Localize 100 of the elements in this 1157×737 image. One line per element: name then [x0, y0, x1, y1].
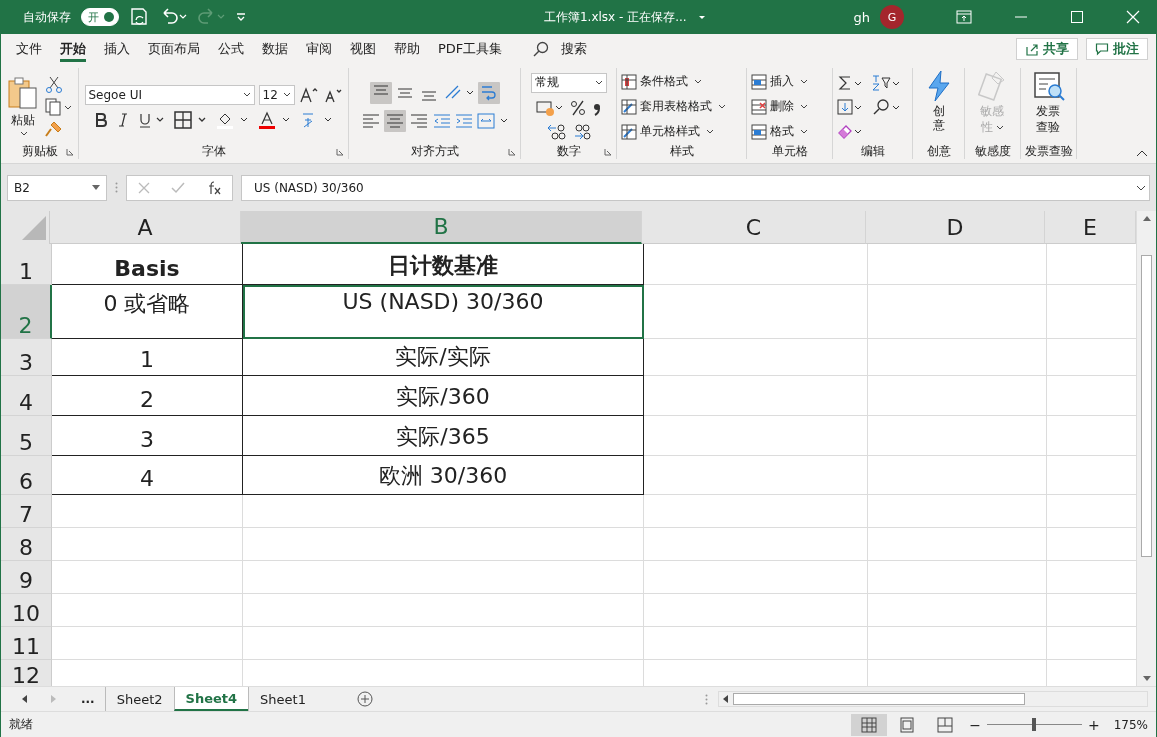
- percent-icon[interactable]: [569, 98, 586, 117]
- launcher-icon[interactable]: [508, 148, 516, 156]
- scroll-up-icon[interactable]: [1142, 215, 1151, 221]
- scroll-thumb[interactable]: [733, 693, 1025, 705]
- caret-icon[interactable]: [800, 103, 808, 110]
- style-menu-button[interactable]: 条件格式: [621, 72, 702, 91]
- format-painter-icon[interactable]: [44, 119, 63, 138]
- borders-icon[interactable]: [173, 110, 208, 129]
- group-label: 编辑: [860, 142, 885, 160]
- sort-filter-icon[interactable]: [871, 73, 901, 92]
- comments-button[interactable]: 批注: [1086, 38, 1148, 60]
- row-header[interactable]: 11: [1, 627, 52, 660]
- ribbon-tab[interactable]: 公式: [209, 34, 253, 64]
- ribbon-tab[interactable]: 文件: [7, 34, 51, 64]
- caret-icon[interactable]: [20, 131, 28, 137]
- search-icon[interactable]: [533, 41, 550, 57]
- underline-icon[interactable]: [137, 111, 166, 128]
- ribbon-tab[interactable]: 视图: [341, 34, 385, 64]
- row-header[interactable]: 10: [1, 594, 52, 627]
- search-field[interactable]: 搜索: [561, 40, 588, 58]
- font-size-field[interactable]: 12: [258, 84, 295, 105]
- ribbon-tab[interactable]: 数据: [253, 34, 297, 64]
- style-menu-button[interactable]: 单元格样式: [621, 122, 714, 141]
- caret-icon[interactable]: [718, 103, 726, 110]
- expand-icon[interactable]: [1136, 183, 1146, 192]
- grip-icon[interactable]: [705, 693, 708, 705]
- row-header[interactable]: 4: [1, 376, 52, 416]
- collapse-ribbon-icon[interactable]: [1136, 149, 1148, 157]
- previous-sheet-icon[interactable]: [21, 694, 29, 704]
- row-header[interactable]: 7: [1, 495, 52, 528]
- row-header[interactable]: 12: [1, 660, 52, 686]
- grow-font-icon[interactable]: [298, 85, 319, 104]
- vertical-scrollbar[interactable]: [1136, 211, 1156, 686]
- cut-icon[interactable]: [44, 75, 63, 94]
- caret-icon[interactable]: [800, 78, 808, 85]
- autosave-toggle[interactable]: 开: [81, 8, 119, 26]
- row-header[interactable]: 9: [1, 561, 52, 594]
- caret-icon[interactable]: [242, 91, 251, 98]
- column-header[interactable]: D: [866, 211, 1045, 244]
- caret-icon[interactable]: [594, 79, 603, 86]
- share-button[interactable]: 共享: [1016, 38, 1078, 60]
- ribbon-tab[interactable]: 帮助: [385, 34, 429, 64]
- save-icon[interactable]: [129, 7, 149, 27]
- horizontal-scrollbar[interactable]: [718, 691, 1148, 707]
- horizontal-align-icon[interactable]: [383, 109, 406, 132]
- font-name-field[interactable]: Segoe UI: [84, 84, 255, 105]
- name-box[interactable]: B2: [7, 174, 107, 201]
- column-header[interactable]: C: [642, 211, 866, 244]
- invoice-check-button[interactable]: 发票查验: [1032, 70, 1065, 143]
- grip-icon[interactable]: [115, 182, 118, 193]
- add-sheet-icon[interactable]: [356, 691, 373, 707]
- style-menu-button[interactable]: 套用表格格式: [621, 97, 726, 116]
- row-header[interactable]: 3: [1, 339, 52, 376]
- increase-decimal-icon[interactable]: [545, 122, 566, 141]
- scroll-down-icon[interactable]: [1142, 676, 1151, 682]
- avatar[interactable]: G: [880, 5, 904, 29]
- zoom-out-button[interactable]: −: [969, 716, 981, 733]
- zoom-in-button[interactable]: +: [1087, 716, 1100, 733]
- caret-icon[interactable]: [694, 78, 702, 85]
- row-header[interactable]: 2: [1, 285, 52, 339]
- launcher-icon[interactable]: [336, 148, 344, 156]
- caret-icon[interactable]: [706, 128, 714, 135]
- customize-icon[interactable]: [235, 11, 247, 23]
- normal-view-icon[interactable]: [851, 713, 888, 736]
- ribbon-tab[interactable]: 插入: [95, 34, 139, 64]
- ribbon-display-icon[interactable]: [956, 10, 972, 24]
- ideas-button[interactable]: 创意: [925, 70, 952, 143]
- launcher-icon[interactable]: [604, 148, 612, 156]
- scroll-left-icon[interactable]: [723, 695, 729, 703]
- ribbon-tab[interactable]: 页面布局: [139, 34, 209, 64]
- caret-icon[interactable]: [800, 128, 808, 135]
- copy-icon[interactable]: [44, 97, 73, 116]
- launcher-icon[interactable]: [66, 148, 74, 156]
- find-icon[interactable]: [871, 97, 901, 116]
- row-header[interactable]: 8: [1, 528, 52, 561]
- scroll-thumb[interactable]: [1141, 255, 1152, 557]
- ribbon-tab[interactable]: PDF工具集: [429, 34, 512, 64]
- font-color-icon[interactable]: [257, 110, 292, 129]
- column-header[interactable]: B: [241, 211, 642, 244]
- bold-icon[interactable]: [93, 111, 108, 128]
- ribbon-tab[interactable]: 审阅: [297, 34, 341, 64]
- maximize-icon[interactable]: [1070, 10, 1084, 24]
- row-header[interactable]: 1: [1, 244, 52, 285]
- wrap-text-icon[interactable]: [477, 81, 500, 104]
- number-format-field[interactable]: 常规: [530, 72, 607, 93]
- formula-field[interactable]: US (NASD) 30/360: [241, 174, 1150, 201]
- cells-menu-button[interactable]: 插入: [751, 72, 808, 91]
- cells-menu-button[interactable]: 删除: [751, 97, 808, 116]
- paste-button[interactable]: 粘贴: [6, 76, 39, 137]
- more-sheets-button[interactable]: ...: [81, 692, 95, 706]
- cells-menu-button[interactable]: 格式: [751, 122, 808, 141]
- close-icon[interactable]: [1126, 10, 1140, 24]
- vertical-align-icon[interactable]: [369, 81, 392, 104]
- ribbon-tab[interactable]: 开始: [51, 34, 95, 64]
- sheet-tab[interactable]: Sheet4: [173, 687, 249, 711]
- zoom-level[interactable]: 175%: [1113, 717, 1148, 732]
- caret-icon[interactable]: [282, 91, 291, 98]
- row-header[interactable]: 6: [1, 456, 52, 495]
- currency-icon[interactable]: [535, 98, 564, 117]
- row-header[interactable]: 5: [1, 416, 52, 456]
